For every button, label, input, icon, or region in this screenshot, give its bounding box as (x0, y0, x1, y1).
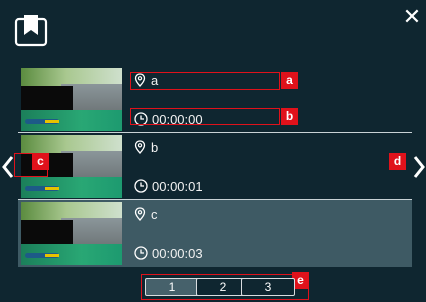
list-item[interactable]: b 00:00:01 (18, 133, 412, 200)
callout-box-a (130, 72, 280, 90)
clock-icon (134, 179, 148, 193)
callout-box-b (130, 108, 280, 125)
time-row: 00:00:01 (134, 177, 203, 195)
location-pin-icon (134, 140, 146, 154)
time-row: 00:00:03 (134, 244, 203, 262)
callout-tag-b: b (281, 108, 298, 125)
callout-tag-a: a (281, 72, 298, 89)
chevron-right-icon[interactable] (412, 154, 426, 180)
bookmark-list: a 00:00:00 b 00:00:01 c 00:00:03 (18, 66, 412, 268)
page-button-3[interactable]: 3 (241, 278, 295, 296)
callout-tag-d: d (389, 153, 406, 170)
callout-tag-c: c (32, 153, 49, 170)
location-label: c (151, 206, 158, 222)
page-button-1[interactable]: 1 (145, 278, 199, 296)
time-label: 00:00:03 (152, 245, 203, 261)
location-pin-icon (134, 207, 146, 221)
location-label: b (151, 139, 159, 155)
list-item[interactable]: c 00:00:03 (18, 200, 412, 267)
chevron-left-icon[interactable] (1, 154, 15, 180)
location-row: c (134, 205, 158, 223)
thumbnail (21, 68, 122, 131)
clock-icon (134, 246, 148, 260)
bookmark-icon[interactable] (14, 13, 48, 47)
thumbnail (21, 202, 122, 265)
time-label: 00:00:01 (152, 178, 203, 194)
location-row: b (134, 138, 158, 156)
bookmarks-panel: ✕ a 00:00:00 b 00:00:01 c 00:00:03 a b c… (0, 0, 426, 302)
close-icon[interactable]: ✕ (402, 6, 422, 28)
